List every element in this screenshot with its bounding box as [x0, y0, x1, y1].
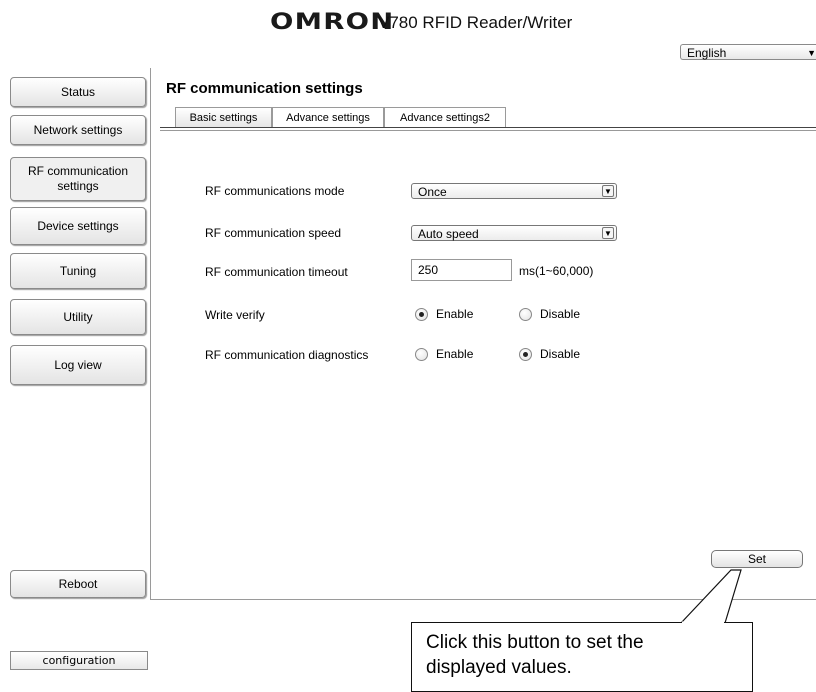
omron-logo: OMRON: [270, 10, 395, 35]
write-verify-disable-radio[interactable]: Disable: [519, 307, 580, 321]
sidebar-item-label: Utility: [63, 310, 93, 324]
tab-basic-settings[interactable]: Basic settings: [175, 107, 272, 127]
tab-divider: [160, 127, 816, 128]
sidebar-item-label: Network settings: [33, 123, 123, 137]
set-button-label: Set: [747, 552, 766, 566]
write-verify-label: Write verify: [205, 308, 265, 322]
radio-checked-icon: [519, 347, 532, 361]
radio-label: Enable: [436, 307, 474, 321]
chevron-down-icon: ▼: [602, 227, 614, 239]
language-select[interactable]: English ▼: [680, 44, 816, 60]
sidebar-item-rf-communication-settings[interactable]: RF communication settings: [10, 157, 146, 201]
reboot-button[interactable]: Reboot: [10, 570, 146, 598]
callout-box: Click this button to set the displayed v…: [411, 622, 753, 692]
sidebar-item-network-settings[interactable]: Network settings: [10, 115, 146, 145]
triangle-down-icon: ▼: [807, 48, 816, 58]
configuration-button[interactable]: configuration: [10, 651, 148, 670]
radio-label: Disable: [540, 307, 581, 321]
reboot-button-label: Reboot: [58, 577, 98, 591]
radio-label: Disable: [540, 347, 581, 361]
mode-label: RF communications mode: [205, 184, 345, 198]
timeout-hint: ms(1~60,000): [519, 264, 594, 278]
sidebar-item-label: Tuning: [59, 264, 97, 278]
language-selected-value: English: [687, 46, 727, 60]
tab-label: Advance settings: [286, 112, 370, 124]
sidebar-item-utility[interactable]: Utility: [10, 299, 146, 335]
sidebar-item-log-view[interactable]: Log view: [10, 345, 146, 385]
radio-label: Enable: [436, 347, 474, 361]
tab-divider-shadow: [160, 130, 816, 131]
sidebar-item-label: Log view: [54, 358, 102, 372]
page-title: RF communication settings: [166, 80, 363, 97]
tab-advance-settings[interactable]: Advance settings: [272, 107, 384, 127]
timeout-label: RF communication timeout: [205, 265, 348, 279]
diagnostics-enable-radio[interactable]: Enable: [415, 347, 473, 361]
main-panel: [150, 68, 816, 600]
sidebar-item-label: Device settings: [37, 219, 119, 233]
sidebar-item-label: RF communication settings: [27, 164, 129, 193]
configuration-button-label: configuration: [42, 654, 116, 667]
sidebar-item-tuning[interactable]: Tuning: [10, 253, 146, 289]
write-verify-enable-radio[interactable]: Enable: [415, 307, 473, 321]
sidebar-item-status[interactable]: Status: [10, 77, 146, 107]
app-title: V780 RFID Reader/Writer: [378, 13, 573, 32]
speed-select-value: Auto speed: [418, 227, 479, 241]
chevron-down-icon: ▼: [602, 185, 614, 197]
tab-label: Basic settings: [189, 112, 258, 124]
mode-select[interactable]: Once ▼: [411, 183, 617, 199]
set-button[interactable]: Set: [711, 550, 803, 568]
tab-label: Advance settings2: [400, 112, 490, 124]
timeout-input[interactable]: [411, 259, 512, 281]
callout-line-1: Click this button to set the: [426, 632, 644, 653]
sidebar-item-label: Status: [60, 85, 96, 99]
radio-checked-icon: [415, 307, 428, 321]
mode-select-value: Once: [418, 185, 447, 199]
sidebar-item-device-settings[interactable]: Device settings: [10, 207, 146, 245]
tab-advance-settings2[interactable]: Advance settings2: [384, 107, 506, 127]
radio-unchecked-icon: [415, 347, 428, 361]
diagnostics-disable-radio[interactable]: Disable: [519, 347, 580, 361]
diagnostics-label: RF communication diagnostics: [205, 348, 369, 362]
radio-unchecked-icon: [519, 307, 532, 321]
speed-label: RF communication speed: [205, 226, 342, 240]
callout-line-2: displayed values.: [426, 657, 572, 678]
speed-select[interactable]: Auto speed ▼: [411, 225, 617, 241]
